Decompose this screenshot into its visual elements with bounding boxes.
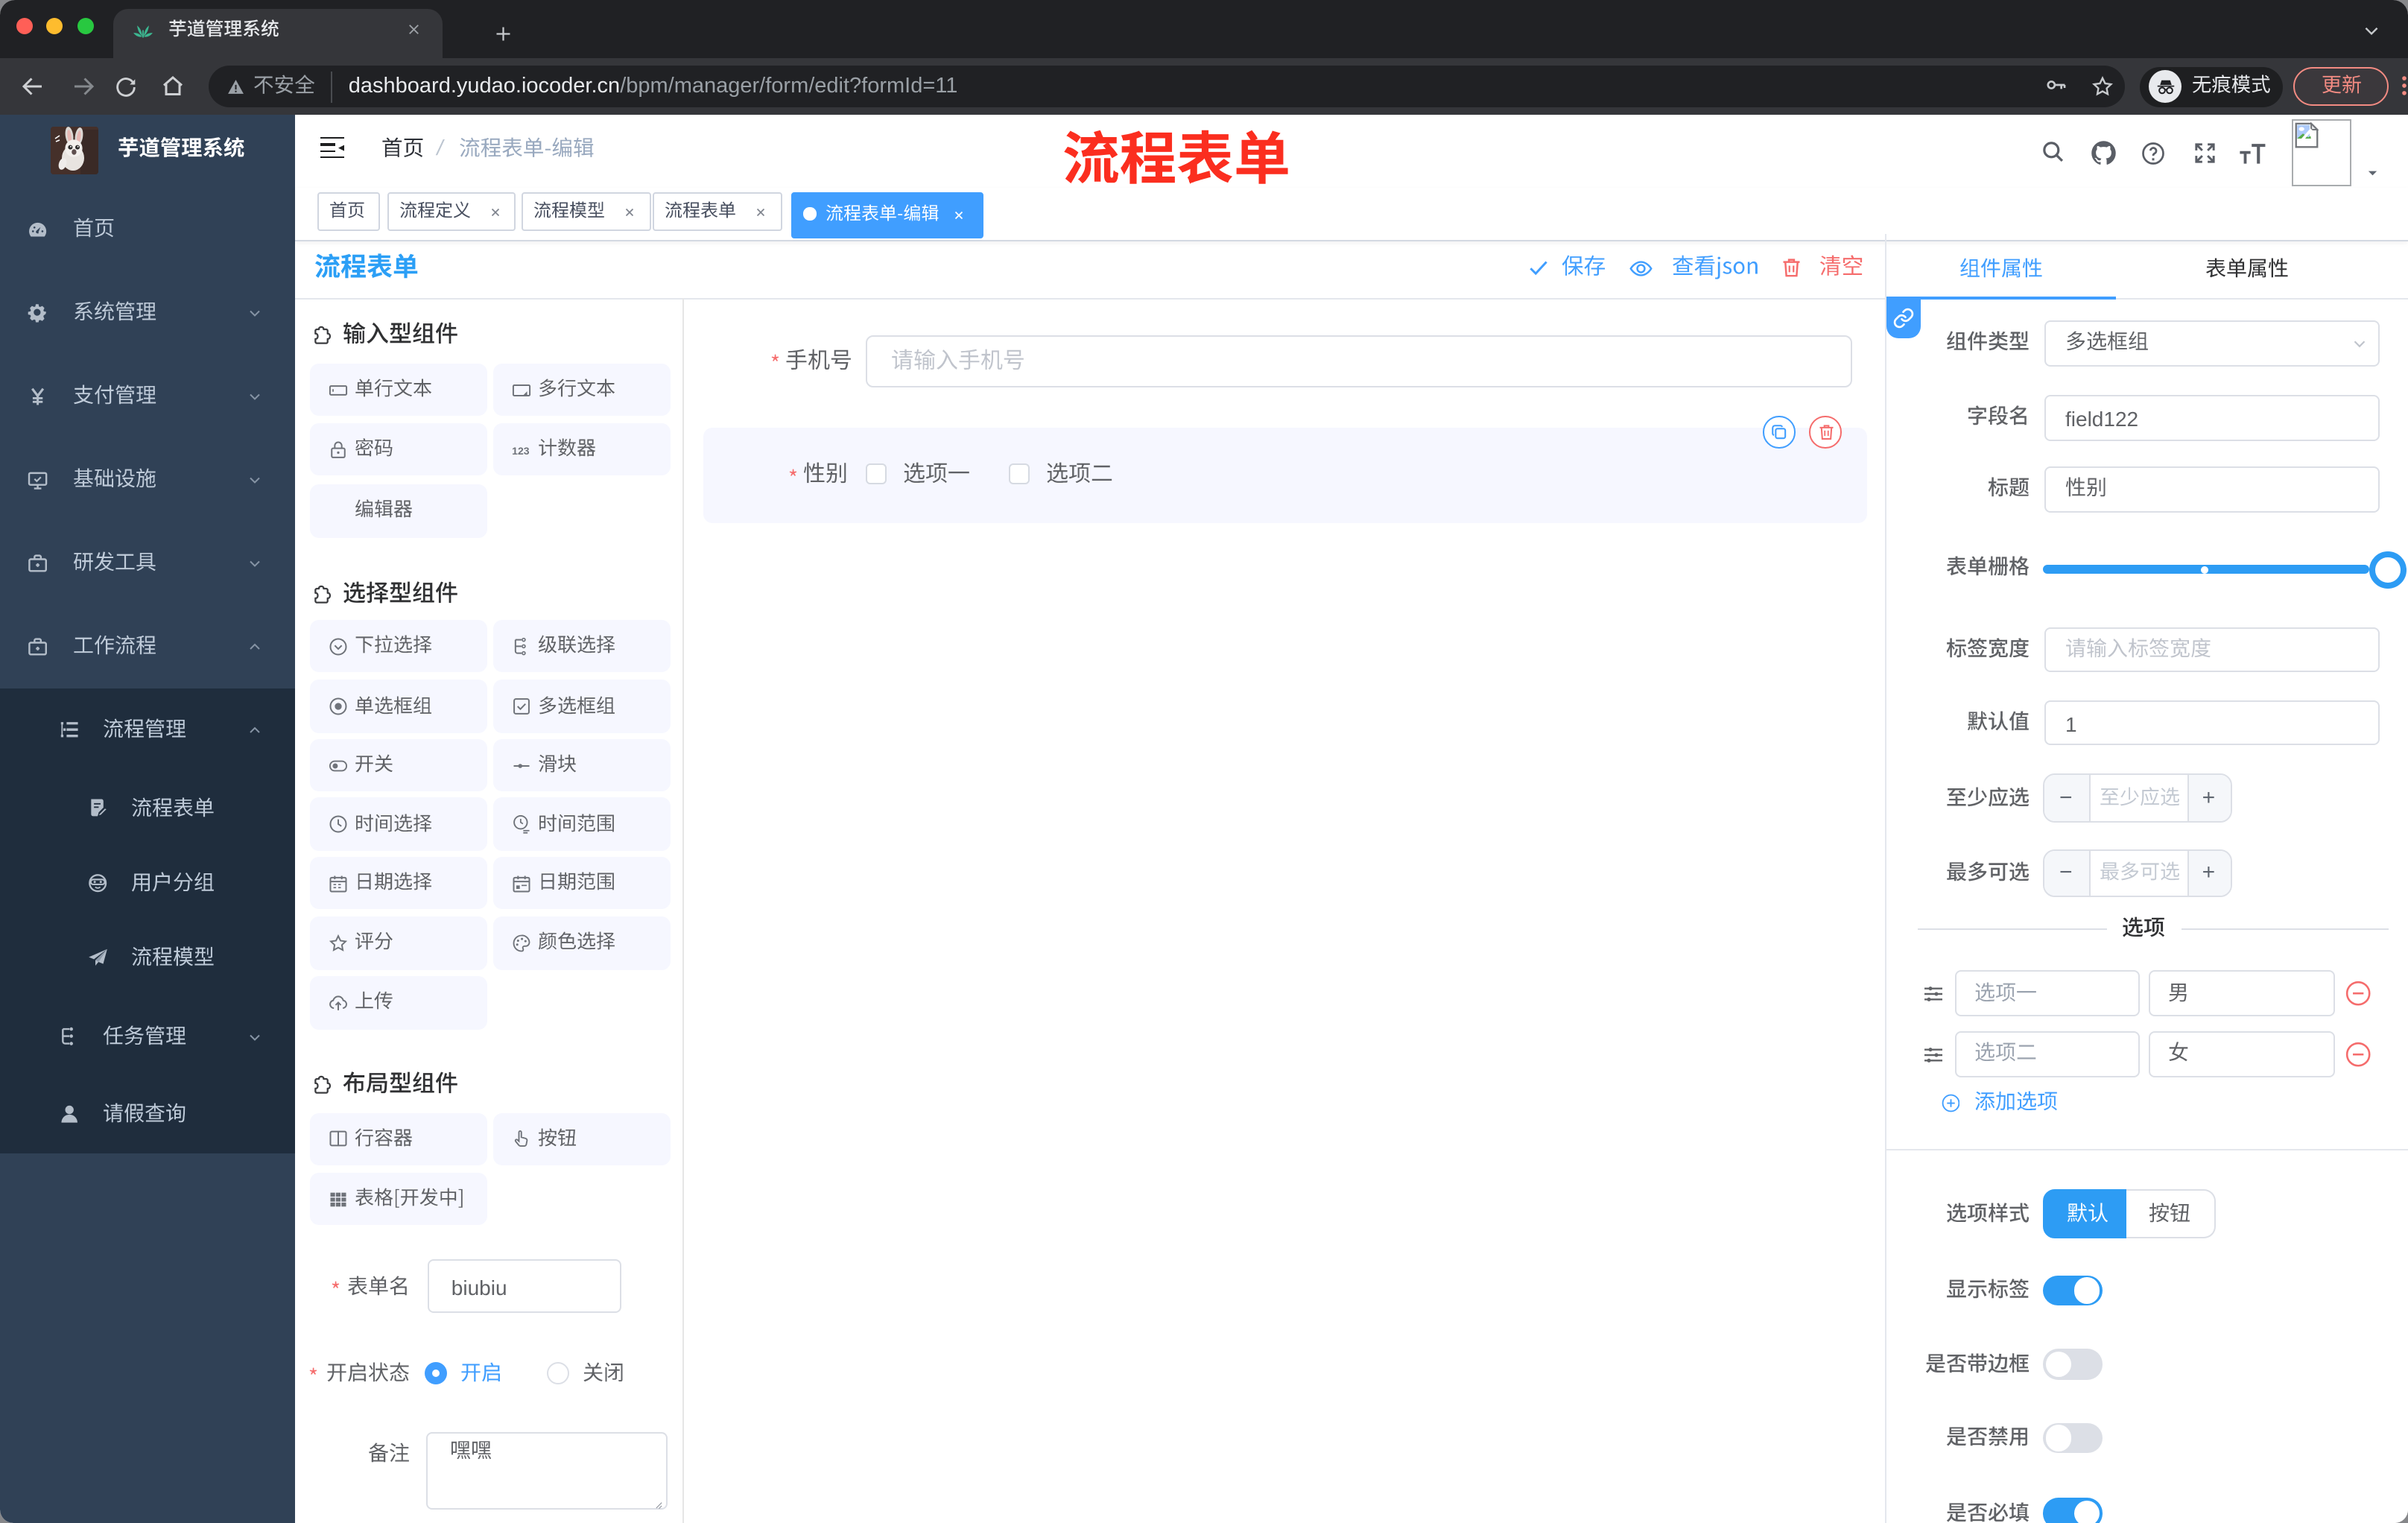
svg-text:123: 123: [511, 444, 529, 456]
